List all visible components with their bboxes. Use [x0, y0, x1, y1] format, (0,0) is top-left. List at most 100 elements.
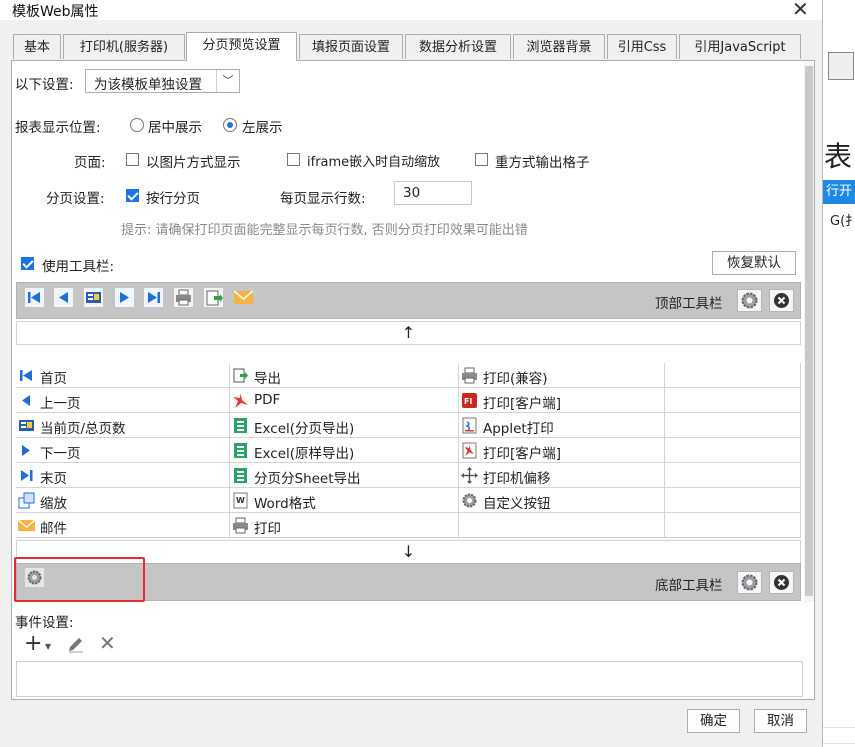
image-mode-checkbox[interactable]: [126, 153, 139, 166]
top-toolbar-remove-button[interactable]: [769, 289, 794, 312]
bottom-toolbar-remove-button[interactable]: [769, 571, 794, 594]
rows-per-page-label: 每页显示行数:: [280, 191, 366, 207]
cancel-button[interactable]: 取消: [754, 709, 807, 733]
button-applet-print[interactable]: Applet打印: [459, 413, 665, 438]
button-excel-original[interactable]: Excel(原样导出): [230, 438, 459, 463]
button-label: 下一页: [40, 446, 81, 462]
tab-reference-css[interactable]: 引用Css: [607, 34, 677, 59]
delete-icon[interactable]: ✕: [99, 631, 116, 655]
background-g-text: G(扌: [830, 214, 855, 229]
panel-scrollbar[interactable]: [804, 62, 814, 602]
use-toolbar-label: 使用工具栏:: [42, 259, 115, 275]
excel-icon: [234, 468, 247, 483]
highlight-annotation: [14, 557, 145, 602]
event-list[interactable]: [16, 661, 803, 697]
bottom-toolbar-settings-button[interactable]: [737, 571, 762, 594]
button-empty: [665, 463, 801, 488]
tab-printer-server[interactable]: 打印机(服务器): [63, 34, 185, 59]
top-toolbar-label: 顶部工具栏: [655, 296, 723, 312]
iframe-scale-label: iframe嵌入时自动缩放: [307, 155, 441, 170]
paging-by-row-checkbox[interactable]: [126, 189, 139, 202]
pdf-icon: [233, 393, 248, 408]
iframe-scale-checkbox[interactable]: [287, 153, 300, 166]
button-empty: [459, 513, 665, 538]
button-label: 上一页: [40, 396, 81, 412]
close-circle-icon: [774, 293, 789, 308]
top-toolbar-settings-button[interactable]: [737, 289, 762, 312]
event-settings-label: 事件设置:: [15, 615, 74, 631]
button-label: 邮件: [40, 521, 67, 537]
word-icon: W: [233, 492, 248, 509]
button-label: 首页: [40, 371, 67, 387]
edit-icon[interactable]: [66, 636, 86, 654]
button-next-page[interactable]: 下一页: [16, 438, 230, 463]
button-label: 自定义按钮: [483, 496, 551, 512]
tab-paging-preview[interactable]: 分页预览设置: [186, 32, 297, 61]
move-icon: [461, 467, 478, 484]
button-empty: [665, 488, 801, 513]
button-export[interactable]: 导出: [230, 363, 459, 388]
ok-button[interactable]: 确定: [687, 709, 740, 733]
bottom-toolbar-label: 底部工具栏: [655, 578, 723, 594]
button-label: 当前页/总页数: [40, 421, 126, 437]
button-excel-paged[interactable]: Excel(分页导出): [230, 413, 459, 438]
button-printer-offset[interactable]: 打印机偏移: [459, 463, 665, 488]
button-word[interactable]: W Word格式: [230, 488, 459, 513]
button-print[interactable]: 打印: [230, 513, 459, 538]
button-zoom[interactable]: 缩放: [16, 488, 230, 513]
button-custom[interactable]: 自定义按钮: [459, 488, 665, 513]
radio-left-label: 左展示: [242, 120, 283, 136]
close-icon[interactable]: ✕: [792, 0, 809, 21]
button-label: 打印[客户端]: [483, 446, 562, 462]
use-toolbar-checkbox[interactable]: [21, 257, 34, 270]
excel-icon: [234, 443, 247, 458]
button-current-total-page[interactable]: 当前页/总页数: [16, 413, 230, 438]
scrollbar-thumb[interactable]: [805, 66, 813, 596]
button-label: 末页: [40, 471, 67, 487]
tab-browser-background[interactable]: 浏览器背景: [513, 34, 605, 59]
tab-fill-page[interactable]: 填报页面设置: [299, 34, 403, 59]
button-label: 打印: [254, 521, 281, 537]
button-last-page[interactable]: 末页: [16, 463, 230, 488]
radio-center[interactable]: [130, 118, 144, 132]
chevron-down-icon[interactable]: ▼: [45, 642, 51, 651]
flash-print-icon: Fl: [462, 393, 477, 408]
print-icon[interactable]: [174, 288, 193, 307]
email-icon[interactable]: [234, 288, 253, 307]
button-first-page[interactable]: 首页: [16, 363, 230, 388]
image-mode-label: 以图片方式显示: [146, 155, 241, 171]
button-label: Word格式: [254, 496, 316, 512]
background-big-char: 表: [824, 140, 853, 173]
move-up-button[interactable]: ↑: [16, 321, 801, 345]
rows-per-page-input[interactable]: 30: [394, 181, 472, 205]
gear-icon: [741, 292, 758, 309]
tab-basic[interactable]: 基本: [13, 34, 61, 59]
tab-data-analysis[interactable]: 数据分析设置: [405, 34, 511, 59]
paging-by-row-label: 按行分页: [146, 191, 200, 207]
button-label: 打印(兼容): [483, 371, 548, 387]
current-total-page-icon[interactable]: [84, 288, 103, 307]
button-sheet-export[interactable]: 分页分Sheet导出: [230, 463, 459, 488]
scope-select[interactable]: 为该模板单独设置 ﹀: [85, 69, 240, 93]
previous-page-icon[interactable]: [54, 288, 73, 307]
button-empty: [665, 513, 801, 538]
add-icon[interactable]: +: [24, 631, 42, 656]
radio-left[interactable]: [223, 118, 237, 132]
button-pdf[interactable]: PDF: [230, 388, 459, 413]
button-print-compatible[interactable]: 打印(兼容): [459, 363, 665, 388]
email-icon: [18, 519, 35, 531]
background-blue-strip-text: 行开: [826, 184, 853, 199]
last-page-icon[interactable]: [144, 288, 163, 307]
tab-reference-javascript[interactable]: 引用JavaScript: [679, 34, 801, 59]
repeat-output-checkbox[interactable]: [475, 153, 488, 166]
export-icon[interactable]: [204, 288, 223, 307]
button-print-client-flash[interactable]: Fl 打印[客户端]: [459, 388, 665, 413]
next-page-icon: [22, 445, 30, 456]
button-print-client-pdf[interactable]: 打印[客户端]: [459, 438, 665, 463]
button-email[interactable]: 邮件: [16, 513, 230, 538]
next-page-icon[interactable]: [115, 288, 134, 307]
button-previous-page[interactable]: 上一页: [16, 388, 230, 413]
restore-default-button[interactable]: 恢复默认: [712, 251, 796, 275]
first-page-icon[interactable]: [25, 288, 44, 307]
radio-center-label: 居中展示: [148, 120, 202, 136]
